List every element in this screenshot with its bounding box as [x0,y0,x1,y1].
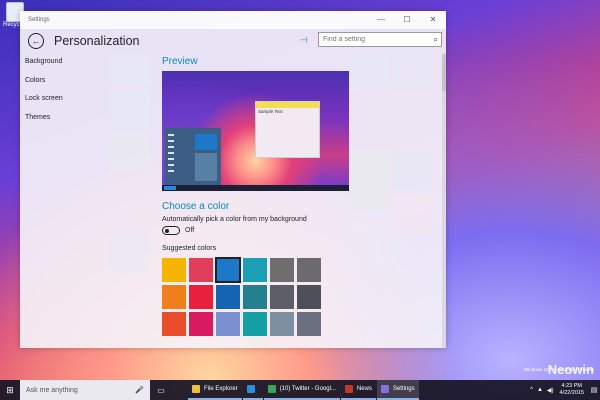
color-swatch[interactable] [243,258,267,282]
main-content: Preview Sample Text Choose a color Autom… [162,53,432,336]
system-tray: ^ ▲ ◀) 4:23 PM 4/22/2015 ▤ [528,380,600,400]
page-title: Personalization [54,34,140,48]
volume-icon[interactable]: ◀) [547,387,554,394]
minimize-button[interactable]: — [368,11,394,29]
preview-start-menu [165,128,221,186]
auto-color-toggle-state: Off [185,227,195,234]
settings-search-input[interactable] [319,35,425,44]
color-swatch[interactable] [162,312,186,336]
sidebar-item-lock-screen[interactable]: Lock screen [20,90,154,109]
pin-icon[interactable]: ⊣ [300,35,308,46]
suggested-colors-label: Suggested colors [162,245,217,252]
sidebar-item-background[interactable]: Background [20,53,154,72]
app-icon [246,385,255,393]
title-bar[interactable]: Settings — ☐ ✕ [20,11,446,29]
clock[interactable]: 4:23 PM 4/22/2015 [560,383,584,397]
maximize-button[interactable]: ☐ [394,11,420,29]
color-swatch-grid [162,257,432,336]
color-swatch[interactable] [270,258,294,282]
app-icon [267,385,276,393]
taskbar: ⊞ Ask me anything 🎤 ▭ File Explorer (10) … [0,380,600,400]
taskbar-app-label: News [356,386,372,392]
preview-heading: Preview [162,56,198,67]
preview-image: Sample Text [162,71,349,191]
taskbar-app-button[interactable]: File Explorer [188,380,242,400]
action-center-icon[interactable]: ▤ [588,380,600,400]
color-swatch[interactable] [243,312,267,336]
color-swatch[interactable] [215,257,241,283]
sidebar-item-themes[interactable]: Themes [20,109,154,128]
preview-sample-text: Sample Text [258,109,283,114]
window-title: Settings [28,17,50,23]
color-swatch[interactable] [189,258,213,282]
settings-window: Settings — ☐ ✕ ← Personalization ⊣ ⌕ Bac… [20,11,446,348]
taskbar-app-label: Settings [392,386,415,392]
taskbar-app-button[interactable]: News [340,380,376,400]
choose-color-heading: Choose a color [162,201,230,212]
task-view-icon[interactable]: ▭ [154,380,168,400]
color-swatch[interactable] [189,312,213,336]
taskbar-app-label: File Explorer [204,386,238,392]
color-swatch[interactable] [270,285,294,309]
taskbar-apps: File Explorer (10) Twitter - Googl... News… [172,380,419,400]
app-icon [380,385,389,393]
taskbar-app-button[interactable]: Settings [376,380,419,400]
cortana-search-box[interactable]: Ask me anything 🎤 [20,380,150,400]
tray-overflow-icon[interactable]: ^ [530,387,533,393]
back-arrow-icon: ← [31,35,41,46]
start-button[interactable]: ⊞ [0,380,20,400]
color-swatch[interactable] [162,258,186,282]
search-icon[interactable]: ⌕ [434,35,438,45]
color-swatch[interactable] [297,285,321,309]
color-swatch[interactable] [162,285,186,309]
preview-sample-window: Sample Text [255,101,320,158]
sidebar-nav: Background Colors Lock screen Themes [20,53,154,127]
auto-color-label: Automatically pick a color from my backg… [162,216,307,223]
cortana-search-placeholder: Ask me anything [26,386,78,394]
windows-logo-icon: ⊞ [6,384,14,395]
app-icon [192,385,200,393]
app-icon [344,385,353,393]
clock-time: 4:23 PM [561,383,582,389]
page-header: ← Personalization ⊣ ⌕ [20,29,446,53]
back-button[interactable]: ← [28,33,44,49]
taskbar-app-button[interactable]: (10) Twitter - Googl... [263,380,340,400]
settings-search-box[interactable]: ⌕ [318,32,442,47]
close-button[interactable]: ✕ [420,11,446,29]
clock-date: 4/22/2015 [559,390,584,396]
color-swatch[interactable] [297,312,321,336]
preview-taskbar [162,185,349,191]
color-swatch[interactable] [216,285,240,309]
color-swatch[interactable] [189,285,213,309]
taskbar-app-button[interactable] [242,380,263,400]
color-swatch[interactable] [243,285,267,309]
color-swatch[interactable] [297,258,321,282]
network-icon[interactable]: ▲ [537,387,543,393]
microphone-icon[interactable]: 🎤 [135,386,144,394]
taskbar-app-label: (10) Twitter - Googl... [279,386,336,392]
auto-color-toggle[interactable] [162,226,180,235]
scrollbar[interactable] [442,53,446,348]
sidebar-item-colors[interactable]: Colors [20,72,154,91]
scrollbar-thumb[interactable] [442,55,446,91]
build-watermark-text: Windows 10 Pro Technical Preview [524,367,594,372]
color-swatch[interactable] [270,312,294,336]
color-swatch[interactable] [216,312,240,336]
